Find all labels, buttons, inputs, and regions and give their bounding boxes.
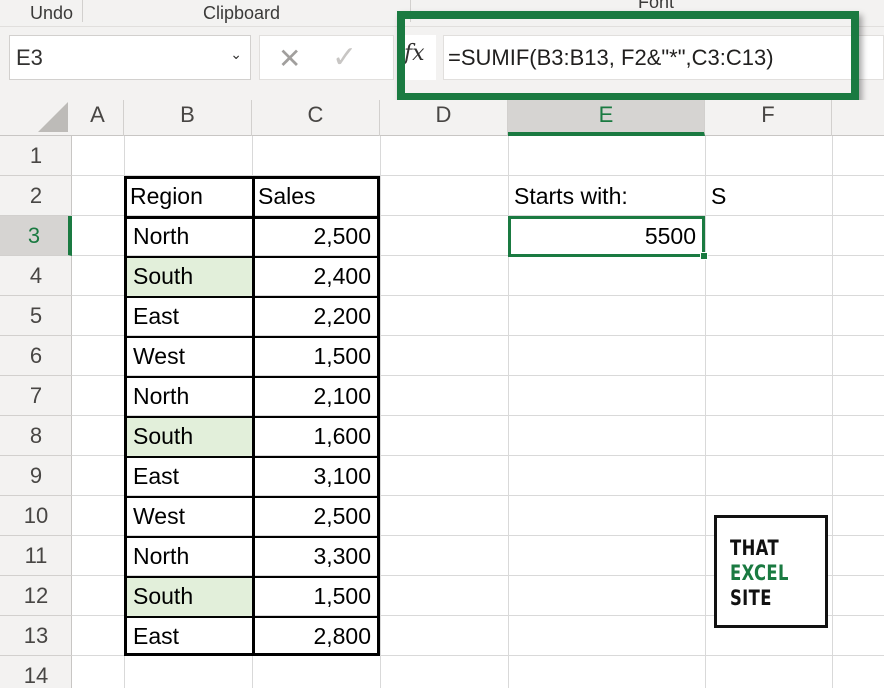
ribbon-divider	[410, 0, 411, 22]
chevron-down-icon[interactable]: ⌄	[230, 46, 242, 63]
name-box[interactable]: E3 ⌄	[9, 35, 251, 80]
table-cell-sales[interactable]: 2,400	[252, 256, 380, 296]
row-header-2[interactable]: 2	[0, 176, 72, 216]
result-cell-e3[interactable]: 5500	[508, 216, 705, 256]
table-cell-region[interactable]: South	[127, 416, 252, 456]
table-cell-region[interactable]: East	[127, 456, 252, 496]
row-header-12[interactable]: 12	[0, 576, 72, 616]
formula-input[interactable]: =SUMIF(B3:B13, F2&"*",C3:C13)	[443, 35, 884, 80]
row-header-10[interactable]: 10	[0, 496, 72, 536]
table-cell-sales[interactable]: 2,500	[252, 216, 380, 256]
row-header-13[interactable]: 13	[0, 616, 72, 656]
table-cell-sales[interactable]: 2,500	[252, 496, 380, 536]
table-cell-sales[interactable]: 3,300	[252, 536, 380, 576]
table-cell-region[interactable]: East	[127, 616, 252, 656]
criteria-value-f2[interactable]: S	[705, 176, 832, 216]
row-header-7[interactable]: 7	[0, 376, 72, 416]
table-cell-sales[interactable]: 3,100	[252, 456, 380, 496]
logo-line-1: THAT	[730, 536, 780, 560]
fx-icon: fx	[404, 41, 425, 66]
row-header-5[interactable]: 5	[0, 296, 72, 336]
column-header-b[interactable]: B	[124, 100, 252, 136]
table-cell-region[interactable]: South	[127, 256, 252, 296]
row-header-6[interactable]: 6	[0, 336, 72, 376]
table-cell-region[interactable]: North	[127, 376, 252, 416]
ribbon-group-clipboard: Clipboard	[203, 3, 281, 23]
name-box-value: E3	[16, 45, 43, 70]
gridline	[832, 136, 833, 688]
select-all-button[interactable]	[0, 100, 72, 136]
ribbon-divider	[82, 0, 83, 22]
gridline	[380, 136, 381, 688]
column-header-a[interactable]: A	[72, 100, 124, 136]
gridline	[124, 136, 125, 688]
column-header-e[interactable]: E	[508, 100, 705, 136]
table-cell-sales[interactable]: 2,200	[252, 296, 380, 336]
ribbon-group-undo: Undo	[30, 3, 74, 23]
logo-line-3: SITE	[730, 586, 772, 610]
insert-function-button[interactable]: fx	[400, 35, 436, 80]
ribbon-group-labels: Undo Clipboard Font	[0, 0, 884, 27]
cancel-x-icon[interactable]: ✕	[278, 42, 301, 75]
formula-text: =SUMIF(B3:B13, F2&"*",C3:C13)	[448, 45, 774, 70]
table-cell-region[interactable]: West	[127, 336, 252, 376]
header-sales[interactable]: Sales	[252, 176, 380, 216]
formula-actions: ✕ ✓	[259, 35, 394, 80]
table-cell-sales[interactable]: 2,100	[252, 376, 380, 416]
criteria-label[interactable]: Starts with:	[508, 176, 705, 216]
row-headers: 1 2 3 4 5 6 7 8 9 10 11 12 13 14	[0, 136, 72, 688]
column-headers: A B C D E F	[0, 100, 884, 136]
table-cell-region[interactable]: North	[127, 536, 252, 576]
table-cell-region[interactable]: West	[127, 496, 252, 536]
column-header-d[interactable]: D	[380, 100, 508, 136]
row-header-9[interactable]: 9	[0, 456, 72, 496]
row-header-14[interactable]: 14	[0, 656, 72, 688]
formula-bar: E3 ⌄ ✕ ✓ fx =SUMIF(B3:B13, F2&"*",C3:C13…	[0, 27, 884, 100]
row-header-1[interactable]: 1	[0, 136, 72, 176]
row-header-3[interactable]: 3	[0, 216, 72, 256]
ribbon-group-font: Font	[638, 0, 675, 12]
that-excel-site-logo: THAT EXCEL SITE	[714, 515, 828, 628]
row-header-4[interactable]: 4	[0, 256, 72, 296]
table-cell-sales[interactable]: 2,800	[252, 616, 380, 656]
select-all-triangle-icon	[38, 102, 68, 132]
enter-check-icon[interactable]: ✓	[332, 40, 357, 75]
table-cell-region[interactable]: East	[127, 296, 252, 336]
logo-line-2: EXCEL	[730, 561, 789, 585]
column-header-c[interactable]: C	[252, 100, 380, 136]
table-cell-sales[interactable]: 1,500	[252, 336, 380, 376]
table-cell-sales[interactable]: 1,600	[252, 416, 380, 456]
table-cell-sales[interactable]: 1,500	[252, 576, 380, 616]
column-header-f[interactable]: F	[705, 100, 832, 136]
table-cell-region[interactable]: South	[127, 576, 252, 616]
header-region[interactable]: Region	[124, 176, 252, 216]
table-cell-region[interactable]: North	[127, 216, 252, 256]
row-header-8[interactable]: 8	[0, 416, 72, 456]
gridline	[705, 136, 706, 688]
row-header-11[interactable]: 11	[0, 536, 72, 576]
